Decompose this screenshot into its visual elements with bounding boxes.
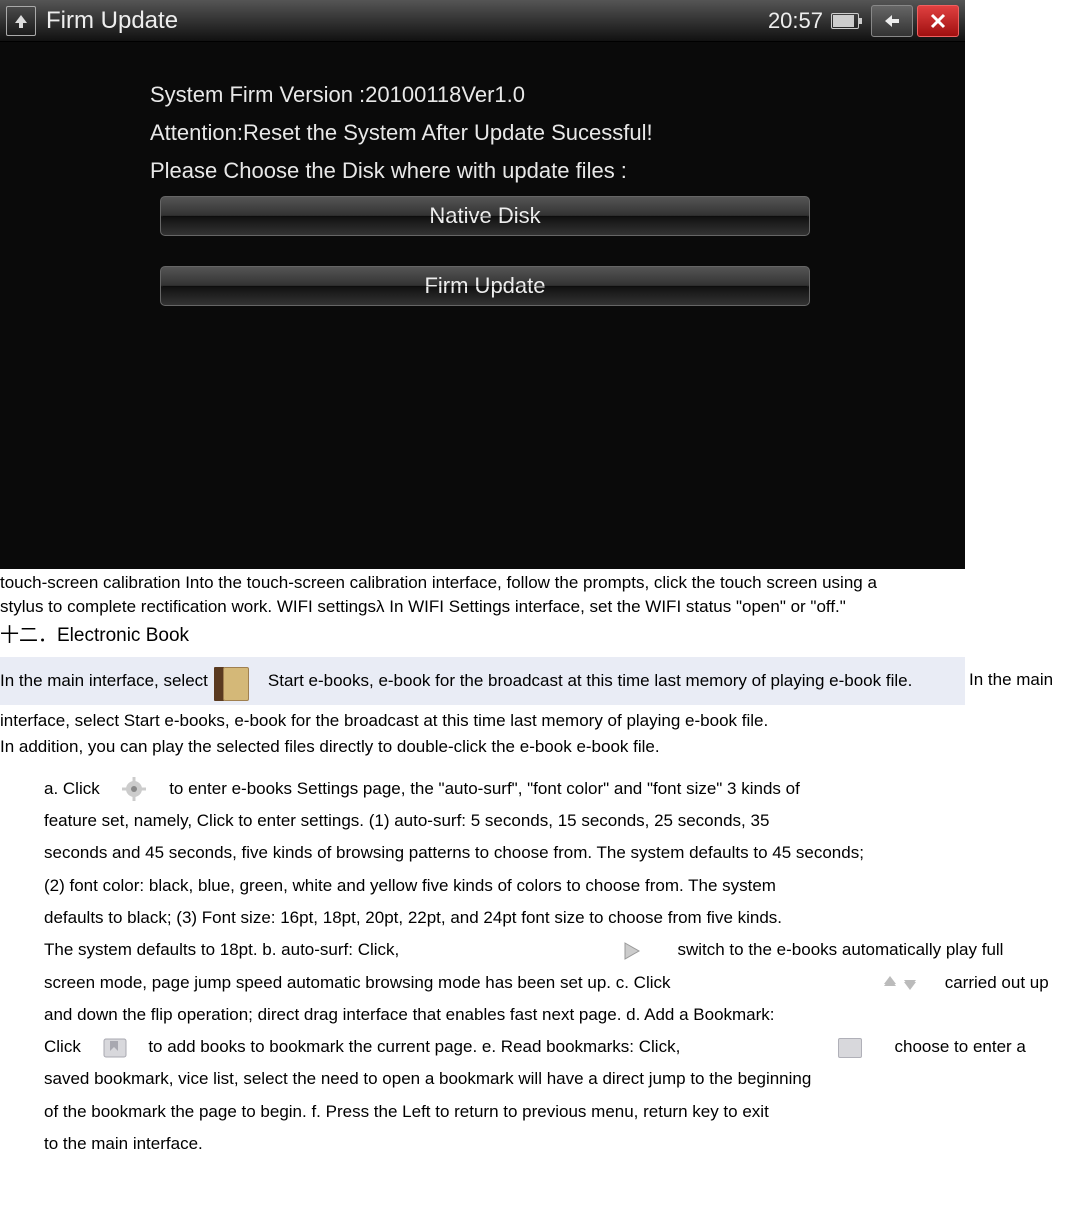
f-text-2: to the main interface. [44, 1128, 1088, 1160]
gear-icon [120, 777, 148, 801]
trail-text: In the main [969, 668, 1053, 692]
c-text-1: screen mode, page jump speed automatic b… [44, 973, 671, 992]
screen-title: Firm Update [46, 7, 768, 35]
a-text-2: feature set, namely, Click to enter sett… [44, 805, 1088, 837]
highlight-row: In the main interface, select Start e-bo… [0, 657, 965, 705]
status-bar: Firm Update 20:57 [0, 0, 965, 42]
add-bookmark-icon [102, 1037, 128, 1059]
firm-version-text: System Firm Version :20100118Ver1.0 [150, 82, 925, 108]
firmware-update-screen: Firm Update 20:57 System Firm Version :2… [0, 0, 965, 569]
f-text-1: of the bookmark the page to begin. f. Pr… [44, 1096, 1088, 1128]
e-text-2: choose to enter a [895, 1037, 1026, 1056]
play-icon [619, 939, 643, 963]
para2: interface, select Start e-books, e-book … [0, 709, 1088, 733]
highlight-post-text: Start e-books, e-book for the broadcast … [268, 669, 912, 693]
a-text-5: defaults to black; (3) Font size: 16pt, … [44, 902, 1088, 934]
c-text-2: carried out up [945, 973, 1049, 992]
up-down-arrows-icon [880, 971, 920, 995]
screen-body: System Firm Version :20100118Ver1.0 Atte… [0, 42, 965, 306]
b-text-2: switch to the e-books automatically play… [677, 940, 1003, 959]
a-text-3: seconds and 45 seconds, five kinds of br… [44, 837, 1088, 869]
para3: In addition, you can play the selected f… [0, 735, 1088, 759]
e-text-1: to add books to bookmark the current pag… [148, 1037, 680, 1056]
section-heading: 十二．Electronic Book [0, 623, 1088, 650]
close-button[interactable] [917, 5, 959, 37]
clock: 20:57 [768, 8, 823, 34]
a-click-label: a. Click [44, 779, 100, 798]
e-text-3: saved bookmark, vice list, select the ne… [44, 1063, 1088, 1095]
native-disk-button[interactable]: Native Disk [160, 196, 810, 236]
highlight-pre-text: In the main interface, select [0, 669, 208, 693]
calibration-paragraph: touch-screen calibration Into the touch-… [0, 571, 920, 619]
attention-text: Attention:Reset the System After Update … [150, 120, 925, 146]
firm-update-button[interactable]: Firm Update [160, 266, 810, 306]
document-body: touch-screen calibration Into the touch-… [0, 569, 1088, 1162]
d-click-label: Click [44, 1037, 81, 1056]
a-text-1: to enter e-books Settings page, the "aut… [169, 779, 800, 798]
b-text-1: The system defaults to 18pt. b. auto-sur… [44, 940, 399, 959]
a-text-4: (2) font color: black, blue, green, whit… [44, 870, 1088, 902]
battery-icon [831, 13, 859, 29]
read-bookmark-icon [838, 1038, 862, 1058]
d-text: and down the flip operation; direct drag… [44, 999, 1088, 1031]
up-icon[interactable] [6, 6, 36, 36]
back-button[interactable] [871, 5, 913, 37]
instructions-block: a. Click to enter e-books Settings page,… [0, 773, 1088, 1161]
ebook-icon [214, 661, 262, 701]
choose-disk-text: Please Choose the Disk where with update… [150, 158, 925, 184]
